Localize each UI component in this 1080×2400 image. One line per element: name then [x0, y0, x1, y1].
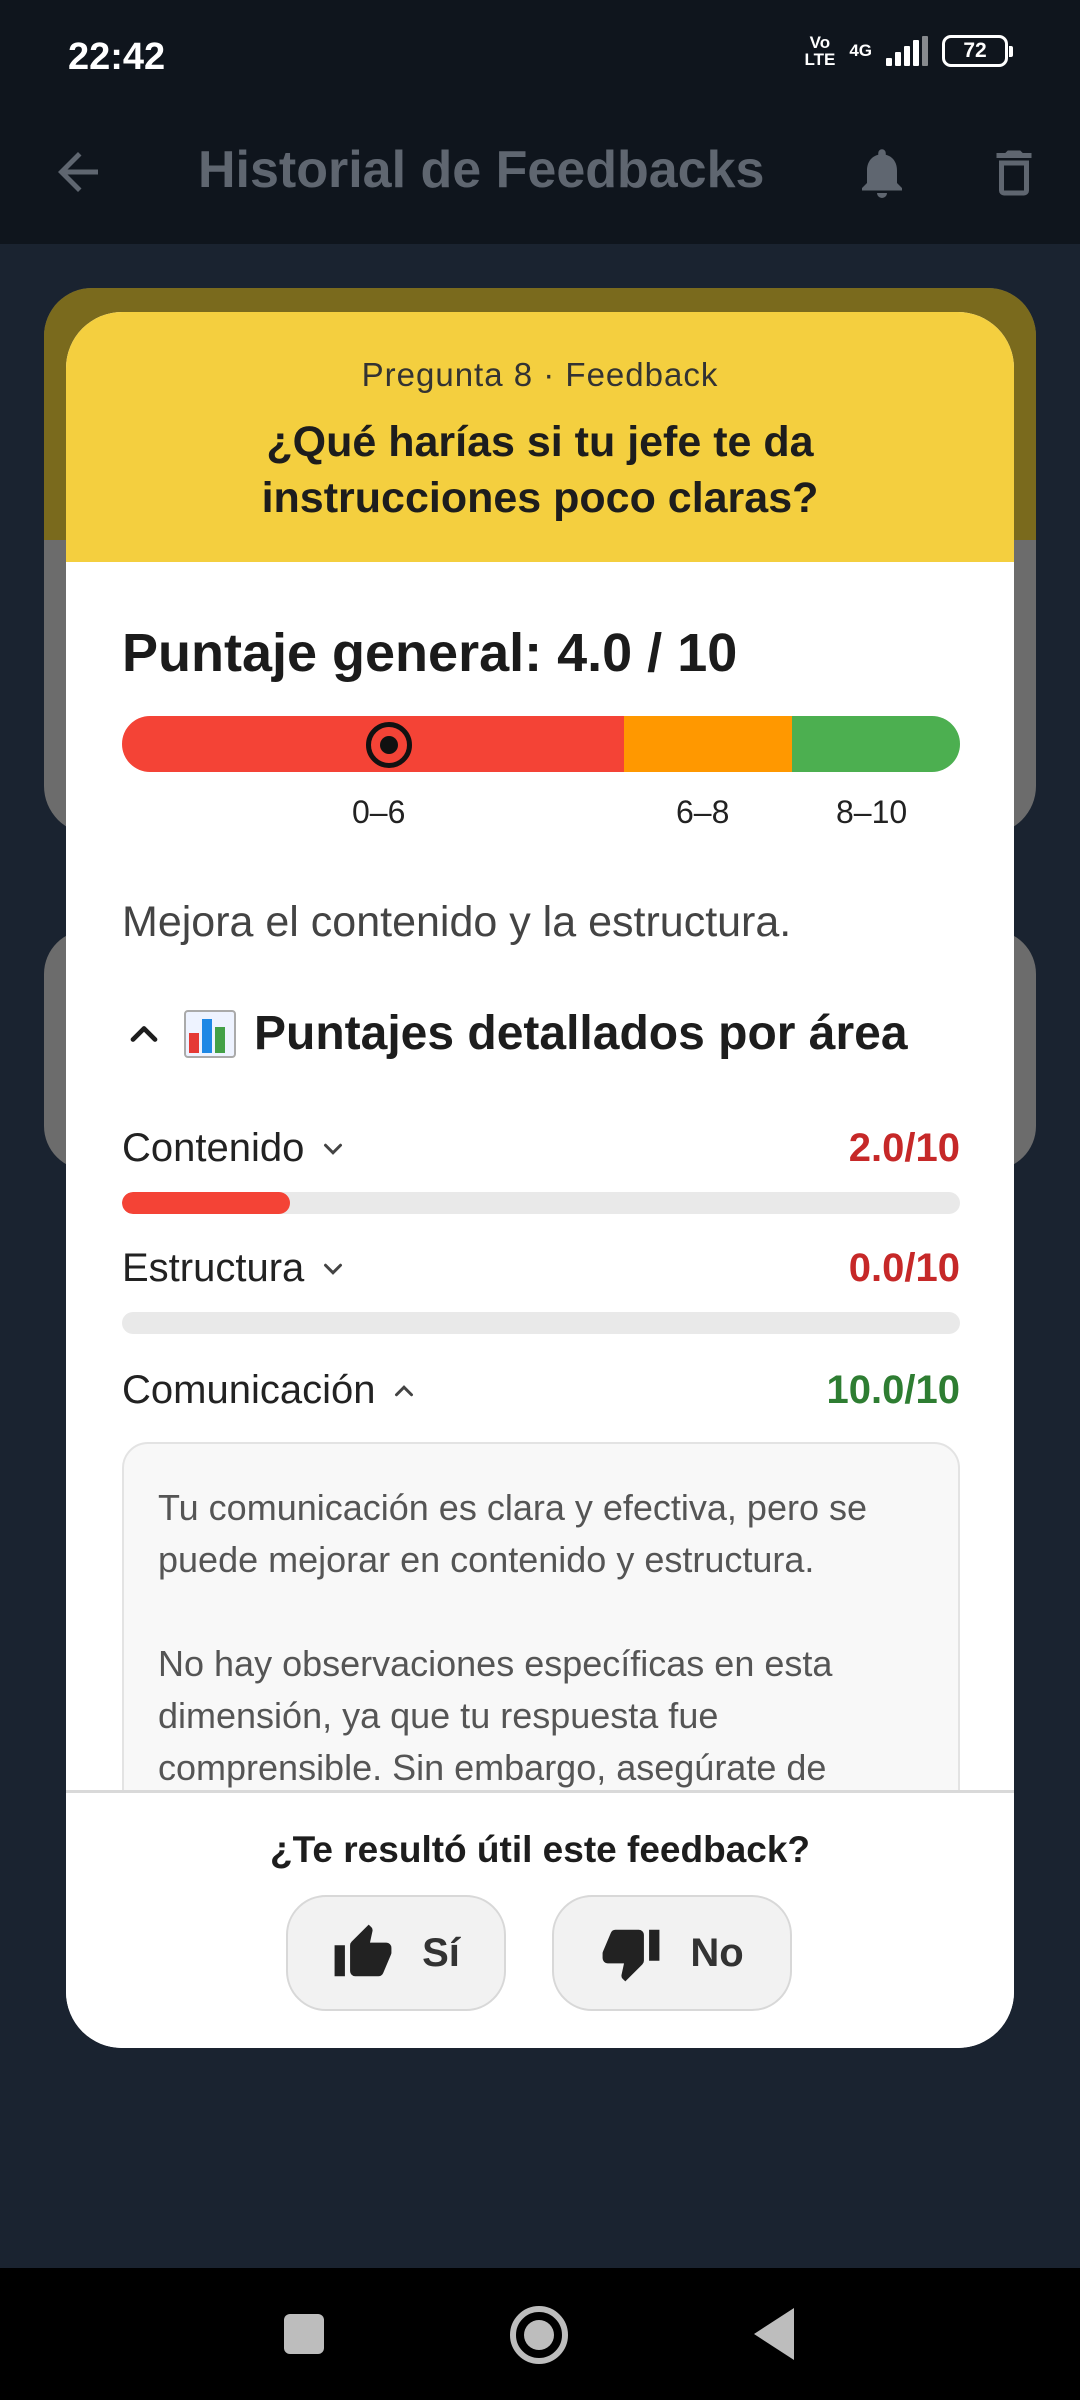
overall-score-title: Puntaje general: 4.0 / 10 [122, 623, 738, 683]
network-type: 4G [849, 41, 872, 60]
score-marker-icon [366, 722, 412, 768]
system-nav-bar [0, 2268, 1080, 2400]
range-label-mid: 6–8 [676, 794, 730, 830]
chevron-up-icon[interactable] [389, 1376, 419, 1406]
battery-icon: 72 [942, 35, 1013, 67]
recents-icon[interactable] [284, 2314, 324, 2354]
dimension-score: 0.0/10 [848, 1246, 960, 1290]
score-scale-bar [122, 716, 960, 772]
modal-footer: ¿Te resultó útil este feedback? Sí No [66, 1790, 1014, 2048]
chevron-down-icon[interactable] [318, 1134, 348, 1164]
summary-text: Mejora el contenido y la estructura. [122, 898, 792, 946]
section-title: Puntajes detallados por área [254, 1007, 908, 1060]
helpful-question: ¿Te resultó útil este feedback? [269, 1829, 811, 1870]
page-title: Historial de Feedbacks [198, 141, 765, 199]
dimension-label: Comunicación [122, 1368, 376, 1412]
range-label-low: 0–6 [352, 794, 406, 830]
dimension-label: Contenido [122, 1126, 305, 1170]
thumbs-down-icon [602, 1929, 660, 1982]
dimension-progress [122, 1312, 960, 1334]
status-icons: Vo LTE 4G 72 [804, 33, 1013, 69]
yes-label: Sí [422, 1930, 460, 1975]
trash-icon[interactable] [984, 140, 1044, 206]
chevron-up-icon [130, 1025, 158, 1042]
signal-icon [886, 36, 928, 66]
bell-icon[interactable] [852, 140, 912, 206]
dimension-progress [122, 1192, 960, 1214]
dimension-label: Estructura [122, 1246, 305, 1290]
range-label-high: 8–10 [836, 794, 908, 830]
back-triangle-icon[interactable] [754, 2308, 794, 2360]
detail-paragraph: No hay observaciones específicas en esta… [158, 1643, 833, 1788]
status-time: 22:42 [68, 36, 166, 78]
modal-header: Pregunta 8 · Feedback ¿Qué harías si tu … [66, 312, 1014, 562]
yes-button[interactable]: Sí [286, 1895, 506, 2011]
thumbs-up-icon [334, 1924, 392, 1977]
detail-paragraph: Tu comunicación es clara y efectiva, per… [158, 1487, 867, 1580]
feedback-modal: Pregunta 8 · Feedback ¿Qué harías si tu … [66, 312, 1014, 2048]
bar-chart-emoji-icon [184, 1009, 236, 1058]
dimension-score: 10.0/10 [826, 1368, 960, 1412]
question-number: Pregunta 8 · Feedback [361, 356, 719, 393]
status-bar: 22:42 Vo LTE 4G 72 [0, 0, 1080, 118]
range-high-segment [792, 716, 960, 772]
home-icon[interactable] [510, 2306, 568, 2364]
no-label: No [690, 1930, 744, 1975]
dimension-score: 2.0/10 [848, 1126, 960, 1170]
chevron-down-icon[interactable] [318, 1254, 348, 1284]
no-button[interactable]: No [552, 1895, 792, 2011]
modal-body[interactable]: Puntaje general: 4.0 / 10 0–6 6–8 8–10 M… [66, 562, 1014, 1790]
dimension-detail-box: Tu comunicación es clara y efectiva, per… [122, 1442, 960, 1790]
range-mid-segment [624, 716, 792, 772]
arrow-left-icon[interactable] [48, 142, 108, 202]
volte-icon: Vo LTE [804, 33, 836, 69]
question-title: ¿Qué harías si tu jefe te da instruccion… [261, 418, 819, 522]
detailed-scores-toggle[interactable]: Puntajes detallados por área [122, 1006, 908, 1061]
app-bar: Historial de Feedbacks [0, 118, 1080, 244]
